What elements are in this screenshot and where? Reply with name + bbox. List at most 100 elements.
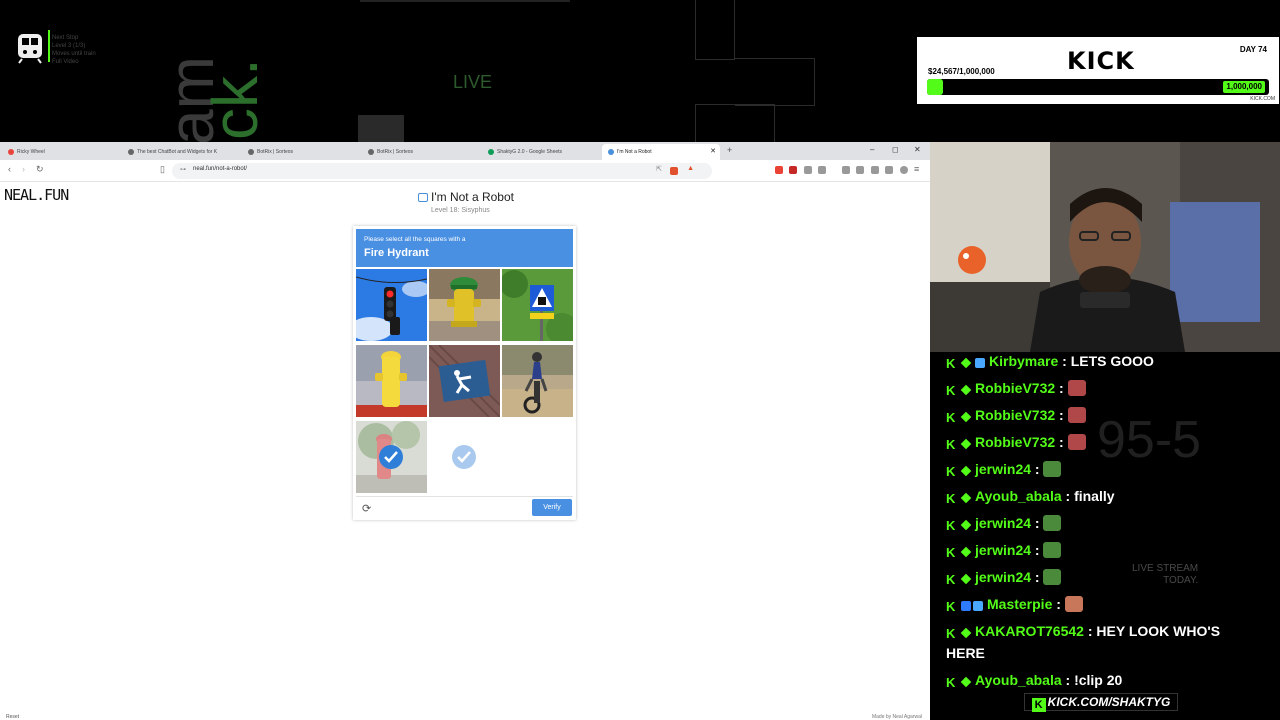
site-info-icon[interactable]: ⊶ [180,166,186,173]
live-line-1: LIVE STREAM [1132,563,1199,574]
media-icon[interactable] [842,166,850,174]
chat-emote-icon [1043,461,1062,477]
captcha-tile-hydrant-with-hat[interactable] [429,269,500,341]
tab-chatbot[interactable]: The best ChatBot and Widgets for K [128,144,236,160]
close-window-icon[interactable]: ✕ [914,145,921,154]
tab-favicon [8,148,14,155]
goal-site: KICK.COM [1250,96,1275,102]
captcha-tile-blank[interactable] [502,421,573,493]
diamond-badge-icon [960,465,972,477]
chat-username[interactable]: Masterpie [987,596,1052,612]
chat-badges: K [946,433,975,456]
diamond-badge-icon [960,676,972,688]
menu-icon[interactable]: ≡ [914,164,919,174]
sidebar-icon[interactable] [856,166,864,174]
rewards-icon[interactable]: ▲ [687,165,694,172]
chat-username[interactable]: jerwin24 [975,569,1031,585]
bookmark-icon[interactable]: ▯ [160,164,165,175]
captcha-tile-dirt-bike[interactable] [502,345,573,417]
chat-emote-icon [1067,407,1086,423]
hydrant-with-hat-image [429,269,500,341]
forward-icon[interactable]: › [22,164,25,174]
tab-close-icon[interactable]: ✕ [710,144,716,160]
verify-button[interactable]: Verify [532,499,572,516]
goal-amount: $24,567/1,000,000 [928,67,995,76]
chat-badges: K [946,541,975,564]
captcha-tile-traffic-light[interactable] [356,269,427,341]
chat-username[interactable]: Ayoub_abala [975,488,1062,504]
page-title-text: I'm Not a Robot [431,190,514,204]
chat-deco-number: 95-5 [1097,411,1202,469]
tab-botrix-2[interactable]: BotRix | Sorteos [368,144,476,160]
tab-bar: Ricky Wheel The best ChatBot and Widgets… [0,142,930,160]
address-bar[interactable]: ⊶ neal.fun/not-a-robot/ ⇱ ▲ [172,163,712,179]
tab-not-a-robot[interactable]: I'm Not a Robot ✕ [602,144,720,160]
kick-logo: KICK [1067,47,1135,75]
chat-username[interactable]: Kirbymare [989,353,1058,369]
chat-username[interactable]: KAKAROT76542 [975,623,1084,639]
chat-username[interactable]: RobbieV732 [975,380,1055,396]
profile-icon[interactable] [900,166,908,174]
extensions-puzzle-icon[interactable] [871,166,879,174]
chat-emote-icon [1067,380,1086,396]
chat-badges: K [946,595,987,618]
minimize-icon[interactable]: – [870,145,874,154]
chat-username[interactable]: RobbieV732 [975,434,1055,450]
share-icon[interactable]: ⇱ [656,165,662,173]
browser-toolbar: ‹ › ↻ ▯ ⊶ neal.fun/not-a-robot/ ⇱ ▲ ≡ [0,160,930,182]
captcha-tile-empty-selected[interactable] [429,421,500,493]
diamond-badge-icon [960,384,972,396]
diamond-badge-icon [960,492,972,504]
captcha-tile-yellow-hydrant[interactable] [356,345,427,417]
subscriber-badge-icon [961,601,971,611]
tab-google-sheets[interactable]: ShaktyG 2.0 - Google Sheets [488,144,596,160]
tab-ricky-wheel[interactable]: Ricky Wheel [8,144,118,160]
train-widget-text: Next Stop Level 3 (1/3) Moves until trai… [52,34,96,66]
chat-message: Kjerwin24 : [946,539,1062,564]
wallet-icon[interactable] [885,166,893,174]
gmail-extension-icon[interactable] [775,166,783,174]
chat-message: K Masterpie : [946,593,1083,618]
new-tab-button[interactable]: + [727,145,732,155]
diamond-badge-icon [960,519,972,531]
captcha-reload-icon[interactable]: ⟳ [362,502,371,515]
kick-badge-icon: K [946,626,956,641]
chat-username[interactable]: Ayoub_abala [975,672,1062,688]
chat-separator: : [1061,672,1075,688]
chat-badges: K [946,514,975,537]
extension-icon[interactable] [818,166,826,174]
goal-progress-bar: 1,000,000 [927,79,1269,95]
stream-canvas: am ck. LIVE Next Stop Level 3 (1/3) Move… [0,0,1280,720]
chat-username[interactable]: jerwin24 [975,515,1031,531]
train-icon [18,34,42,64]
tab-favicon [368,148,374,155]
kick-subgoal-widget: KICK DAY 74 $24,567/1,000,000 1,000,000 … [917,37,1279,104]
chat-message: K RobbieV732 : [946,377,1086,402]
chat-separator: : [1031,515,1044,531]
maximize-icon[interactable]: ◻ [892,145,899,154]
diamond-badge-icon [960,546,972,558]
reset-link[interactable]: Reset [6,714,19,720]
back-icon[interactable]: ‹ [8,164,11,174]
extension-icon[interactable] [789,166,797,174]
chat-separator: : [1031,461,1044,477]
extension-icon[interactable] [804,166,812,174]
brave-shield-icon[interactable] [670,167,678,175]
chat-username[interactable]: jerwin24 [975,461,1031,477]
selected-check-icon [429,421,500,493]
credit-text: Made by Neal Agarwal [871,714,922,720]
captcha-grid [356,269,573,493]
chat-emote-icon [1043,569,1062,585]
captcha-tile-red-hydrant[interactable] [356,421,427,493]
tab-label: BotRix | Sorteos [257,149,294,155]
captcha-tile-pedestrian-marking[interactable] [429,345,500,417]
page-content: NEAL.FUN I'm Not a Robot Level 18: Sisyp… [0,182,930,720]
captcha-tile-crosswalk-sign[interactable] [502,269,573,341]
chat-separator: : [1061,488,1075,504]
streamer-webcam-image [930,142,1280,352]
reload-icon[interactable]: ↻ [36,164,44,175]
tab-botrix-1[interactable]: BotRix | Sorteos [248,144,356,160]
chat-username[interactable]: jerwin24 [975,542,1031,558]
neal-fun-logo[interactable]: NEAL.FUN [4,186,69,204]
chat-username[interactable]: RobbieV732 [975,407,1055,423]
